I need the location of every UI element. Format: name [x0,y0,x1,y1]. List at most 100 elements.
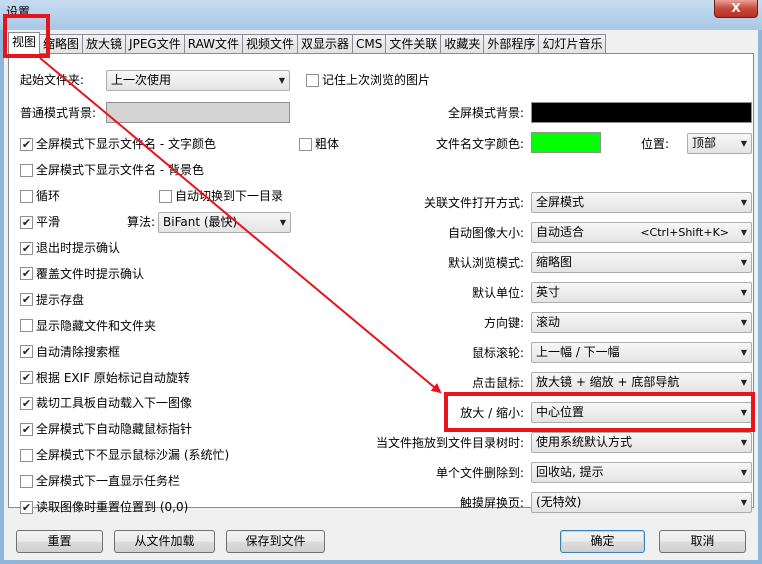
chevron-down-icon: ▼ [740,468,747,477]
setting-value: 滚动 [536,315,561,329]
remember-last-checkbox[interactable]: 记住上次浏览的图片 [306,72,430,88]
loop-checkbox[interactable]: 循环 [20,188,60,204]
checkbox-label: 覆盖文件时提示确认 [36,266,145,281]
setting-label: 默认浏览模式: [447,256,524,270]
tab-10[interactable]: 外部程序 [483,34,540,54]
tab-4[interactable]: RAW文件 [183,34,243,54]
ok-button[interactable]: 确定 [560,530,645,553]
setting-select[interactable]: 使用系统默认方式 ▼ [531,432,752,453]
setting-select[interactable]: 英寸 ▼ [531,282,752,303]
tab-3[interactable]: JPEG文件 [125,34,185,54]
chevron-down-icon: ▼ [740,378,747,387]
fs-bg-swatch[interactable] [531,102,752,123]
option-checkbox[interactable]: 全屏模式下一直显示任务栏 [20,473,180,489]
setting-label: 触摸屏换页: [459,496,524,510]
checkbox-label: 全屏模式下显示文件名 - 文字颜色 [36,137,216,151]
auto-next-folder-checkbox[interactable]: 自动切换到下一目录 [159,188,283,204]
checkbox-box [159,189,172,203]
option-checkbox[interactable]: 全屏模式下不显示鼠标沙漏 (系统忙) [20,447,229,463]
tab-5[interactable]: 视频文件 [242,34,299,54]
load-from-file-button[interactable]: 从文件加载 [114,530,215,553]
checkbox-box: ✔ [20,137,33,151]
setting-value: 使用系统默认方式 [536,435,633,449]
chevron-down-icon: ▼ [740,288,747,297]
close-button[interactable]: X [714,0,758,18]
setting-value: 上一幅 / 下一幅 [536,345,620,359]
chevron-down-icon: ▼ [740,228,747,237]
setting-select[interactable]: 缩略图 ▼ [531,252,752,273]
tab-1[interactable]: 缩略图 [39,34,84,54]
algorithm-select[interactable]: BiFant (最快) ▼ [158,212,291,233]
checkbox-box [299,137,312,151]
option-checkbox[interactable]: 显示隐藏文件和文件夹 [20,318,156,334]
tab-6[interactable]: 双显示器 [297,34,354,54]
normal-bg-swatch[interactable] [106,102,290,123]
chevron-down-icon: ▼ [740,258,747,267]
setting-select[interactable]: 自动适合 <Ctrl+Shift+K> ▼ [531,222,752,243]
option-checkbox[interactable]: ✔ 读取图像时重置位置到 (0,0) [20,499,188,515]
option-checkbox[interactable]: ✔ 裁切工具板自动载入下一图像 [20,395,192,411]
setting-label: 当文件拖放到文件目录树时: [375,436,524,450]
setting-label: 关联文件打开方式: [423,196,524,210]
normal-bg-label: 普通模式背景: [20,106,97,120]
dialog-client: 视图 缩略图 放大镜 JPEG文件 RAW文件 视频文件 双显示器 CMS 文件关联 收藏夹 外部程… [4,30,758,560]
start-folder-select[interactable]: 上一次使用 ▼ [106,70,290,91]
option-checkbox[interactable]: ✔ 根据 EXIF 原始标记自动旋转 [20,370,190,386]
setting-value: 回收站, 提示 [536,465,604,479]
bold-checkbox[interactable]: 粗体 [299,136,339,152]
fs-filename-text-checkbox[interactable]: ✔ 全屏模式下显示文件名 - 文字颜色 [20,136,216,152]
checkbox-label: 退出时提示确认 [36,241,121,255]
title-bar: 设置 X [0,0,762,30]
checkbox-box [20,163,33,177]
checkbox-label: 循环 [36,189,61,203]
setting-value: 缩略图 [536,255,573,269]
checkbox-box [20,448,33,462]
reset-button[interactable]: 重置 [16,530,103,553]
start-folder-value: 上一次使用 [111,73,172,87]
checkbox-box: ✔ [20,500,33,514]
tab-8[interactable]: 文件关联 [385,34,442,54]
save-to-file-button[interactable]: 保存到文件 [226,530,325,553]
setting-select[interactable]: 全屏模式 ▼ [531,192,752,213]
fs-filename-bg-checkbox[interactable]: 全屏模式下显示文件名 - 背景色 [20,162,204,178]
setting-select[interactable]: 放大镜 + 缩放 + 底部导航 ▼ [531,372,752,393]
setting-select[interactable]: 中心位置 ▼ [531,402,752,423]
tab-strip: 视图 缩略图 放大镜 JPEG文件 RAW文件 视频文件 双显示器 CMS 文件关联 收藏夹 外部程… [8,32,607,54]
setting-label: 放大 / 缩小: [460,406,524,420]
algorithm-value: BiFant (最快) [163,215,238,229]
checkbox-box [20,319,33,333]
setting-select[interactable]: 滚动 ▼ [531,312,752,333]
checkbox-label: 裁切工具板自动载入下一图像 [36,396,193,411]
setting-value: (无特效) [536,495,582,509]
chevron-down-icon: ▼ [740,408,747,417]
tab-2[interactable]: 放大镜 [82,34,127,54]
chevron-down-icon: ▼ [279,218,286,227]
option-checkbox[interactable]: ✔ 提示存盘 [20,292,84,308]
position-select[interactable]: 顶部 ▼ [687,133,752,154]
option-checkbox[interactable]: ✔ 退出时提示确认 [20,240,120,256]
chevron-down-icon: ▼ [740,198,747,207]
algorithm-label: 算法: [127,215,156,229]
setting-select[interactable]: (无特效) ▼ [531,492,752,513]
tab-11[interactable]: 幻灯片音乐 [538,34,607,54]
filename-color-swatch[interactable] [531,132,601,153]
view-tab-panel: 起始文件夹: 上一次使用 ▼ 记住上次浏览的图片 普通模式背景: ✔ 全屏模式下… [8,53,754,514]
checkbox-box [306,73,319,87]
smooth-checkbox[interactable]: ✔ 平滑 [20,214,60,230]
checkbox-box: ✔ [20,215,33,229]
tab-0[interactable]: 视图 [8,32,41,54]
option-checkbox[interactable]: ✔ 自动清除搜索框 [20,344,120,360]
chevron-down-icon: ▼ [740,498,747,507]
cancel-button[interactable]: 取消 [659,530,746,553]
chevron-down-icon: ▼ [740,438,747,447]
tab-7[interactable]: CMS [352,34,387,54]
setting-select[interactable]: 上一幅 / 下一幅 ▼ [531,342,752,363]
setting-label: 鼠标滚轮: [471,346,524,360]
option-checkbox[interactable]: ✔ 覆盖文件时提示确认 [20,266,144,282]
setting-value: 放大镜 + 缩放 + 底部导航 [536,375,680,389]
checkbox-label: 全屏模式下显示文件名 - 背景色 [36,163,204,177]
setting-select[interactable]: 回收站, 提示 ▼ [531,462,752,483]
tab-9[interactable]: 收藏夹 [440,34,485,54]
setting-label: 点击鼠标: [471,376,524,390]
option-checkbox[interactable]: ✔ 全屏模式下自动隐藏鼠标指针 [20,421,192,437]
